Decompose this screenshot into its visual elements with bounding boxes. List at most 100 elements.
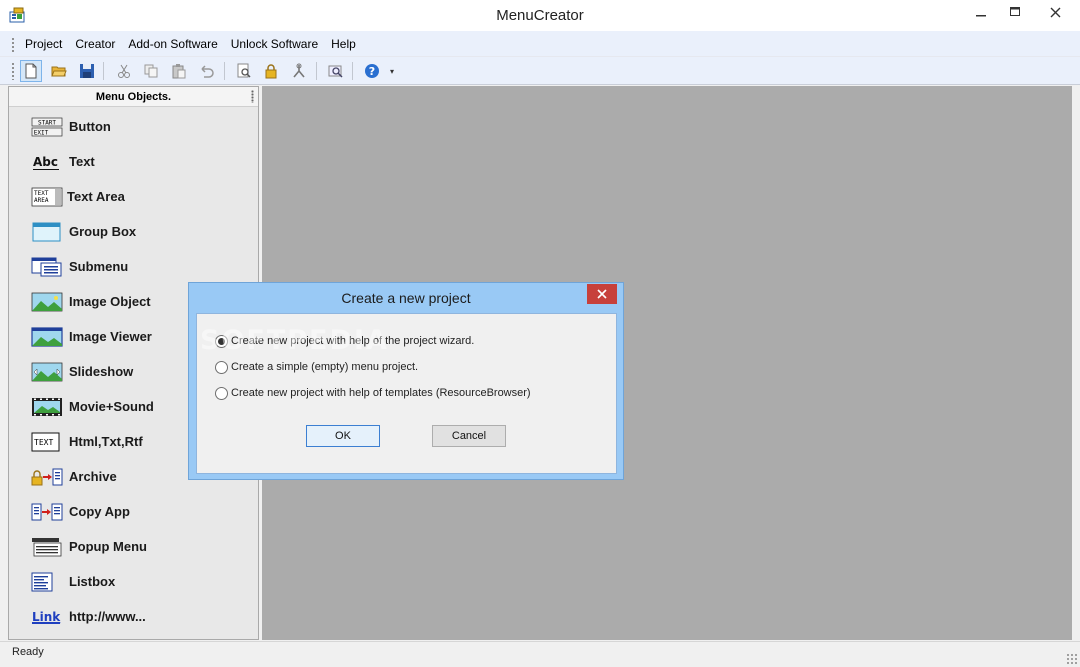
link-object-icon: Link — [32, 610, 61, 624]
cancel-button[interactable]: Cancel — [432, 425, 506, 447]
open-folder-icon — [51, 66, 67, 77]
minimize-icon — [976, 15, 986, 17]
svg-text:AREA: AREA — [34, 197, 49, 204]
toolbar-separator — [316, 62, 317, 80]
object-group-box[interactable]: Group Box — [9, 220, 258, 255]
menu-creator[interactable]: Creator — [70, 31, 120, 57]
close-button[interactable] — [1032, 0, 1078, 24]
object-link[interactable]: Link http://www... — [9, 605, 258, 640]
object-label: Archive — [69, 469, 117, 484]
submenu-object-icon — [31, 257, 62, 277]
movie-sound-object-icon — [32, 398, 62, 416]
toolbar-separator — [224, 62, 225, 80]
copy-button[interactable] — [140, 60, 162, 82]
maximize-icon — [1010, 7, 1020, 16]
option-label: Create new project with help of template… — [231, 387, 531, 399]
option-empty-project[interactable]: Create a simple (empty) menu project. — [215, 358, 418, 376]
lock-icon — [265, 64, 277, 79]
menu-bar: Project Creator Add-on Software Unlock S… — [0, 31, 1080, 57]
menu-project[interactable]: Project — [20, 31, 67, 57]
lock-button[interactable] — [260, 60, 282, 82]
help-button[interactable]: ? — [361, 60, 383, 82]
group-box-object-icon — [32, 222, 61, 242]
radio-button[interactable] — [215, 360, 228, 374]
watermark: SOFTPEDIA — [200, 325, 389, 356]
object-label: Popup Menu — [69, 539, 147, 554]
button-object-icon: START EXIT — [31, 117, 63, 137]
object-label: Movie+Sound — [69, 399, 154, 414]
object-label: Group Box — [69, 224, 137, 239]
image-object-icon — [31, 292, 63, 312]
image-viewer-object-icon — [31, 327, 63, 347]
object-label: Listbox — [69, 574, 116, 589]
find-icon — [328, 65, 343, 78]
cut-button[interactable] — [113, 60, 135, 82]
preview-button[interactable] — [233, 60, 255, 82]
svg-text:START: START — [38, 120, 56, 127]
object-button[interactable]: START EXIT Button — [9, 115, 258, 150]
paste-button[interactable] — [168, 60, 190, 82]
toolbar-separator — [103, 62, 104, 80]
text-area-object-icon: TEXT AREA — [31, 187, 63, 207]
create-project-dialog: Create a new project Create new project … — [188, 282, 624, 480]
object-label: Text — [69, 154, 95, 169]
find-button[interactable] — [325, 60, 347, 82]
text-object-icon: Abc — [33, 155, 59, 170]
object-text[interactable]: Abc Text — [9, 150, 258, 185]
new-button[interactable] — [20, 60, 42, 82]
svg-text:Link: Link — [32, 610, 61, 624]
object-label: Image Viewer — [69, 329, 152, 344]
option-label: Create a simple (empty) menu project. — [231, 361, 419, 373]
object-listbox[interactable]: Listbox — [9, 570, 258, 605]
menu-help[interactable]: Help — [326, 31, 361, 57]
menubar-grip[interactable] — [11, 37, 15, 53]
tools-button[interactable] — [288, 60, 310, 82]
undo-button[interactable] — [196, 60, 218, 82]
object-label: Text Area — [67, 189, 125, 204]
radio-button[interactable] — [215, 386, 228, 400]
preview-icon — [237, 63, 251, 78]
option-templates[interactable]: Create new project with help of template… — [215, 384, 531, 402]
object-copy-app[interactable]: Copy App — [9, 500, 258, 535]
menu-add-on-software[interactable]: Add-on Software — [123, 31, 222, 57]
object-text-area[interactable]: TEXT AREA Text Area — [9, 185, 258, 220]
panel-grip[interactable] — [251, 90, 254, 103]
toolbar-overflow-chevron[interactable]: ▾ — [390, 63, 398, 81]
object-label: Copy App — [69, 504, 130, 519]
object-label: Slideshow — [69, 364, 134, 379]
toolbar-grip[interactable] — [11, 62, 15, 80]
svg-text:TEXT: TEXT — [34, 190, 49, 197]
popup-menu-object-icon — [32, 538, 62, 557]
ok-button[interactable]: OK — [306, 425, 380, 447]
new-document-icon — [25, 63, 37, 79]
save-button[interactable] — [76, 60, 98, 82]
object-label: Submenu — [69, 259, 129, 274]
object-label: Html,Txt,Rtf — [69, 434, 143, 449]
close-icon — [597, 289, 607, 299]
open-button[interactable] — [48, 60, 70, 82]
minimize-button[interactable] — [964, 0, 998, 24]
slideshow-object-icon — [31, 362, 63, 382]
maximize-button[interactable] — [998, 0, 1032, 24]
svg-text:TEXT: TEXT — [34, 438, 53, 447]
archive-object-icon — [31, 468, 63, 486]
object-popup-menu[interactable]: Popup Menu — [9, 535, 258, 570]
dialog-title: Create a new project — [341, 290, 471, 306]
menu-unlock-software[interactable]: Unlock Software — [226, 31, 323, 57]
resize-grip[interactable] — [1066, 653, 1078, 665]
toolbar: ? ▾ — [0, 57, 1080, 85]
svg-text:?: ? — [369, 65, 375, 78]
copy-icon — [144, 64, 158, 78]
svg-text:EXIT: EXIT — [34, 130, 49, 137]
panel-header: Menu Objects. — [9, 87, 258, 107]
paste-icon — [172, 64, 186, 79]
status-text: Ready — [12, 646, 44, 658]
svg-text:Abc: Abc — [33, 155, 58, 169]
status-bar: Ready — [0, 641, 1080, 667]
close-icon — [1050, 7, 1060, 17]
help-icon: ? — [365, 64, 379, 78]
title-bar: MenuCreator — [0, 0, 1080, 31]
object-label: Image Object — [69, 294, 151, 309]
toolbar-separator — [352, 62, 353, 80]
dialog-close-button[interactable] — [587, 284, 617, 304]
